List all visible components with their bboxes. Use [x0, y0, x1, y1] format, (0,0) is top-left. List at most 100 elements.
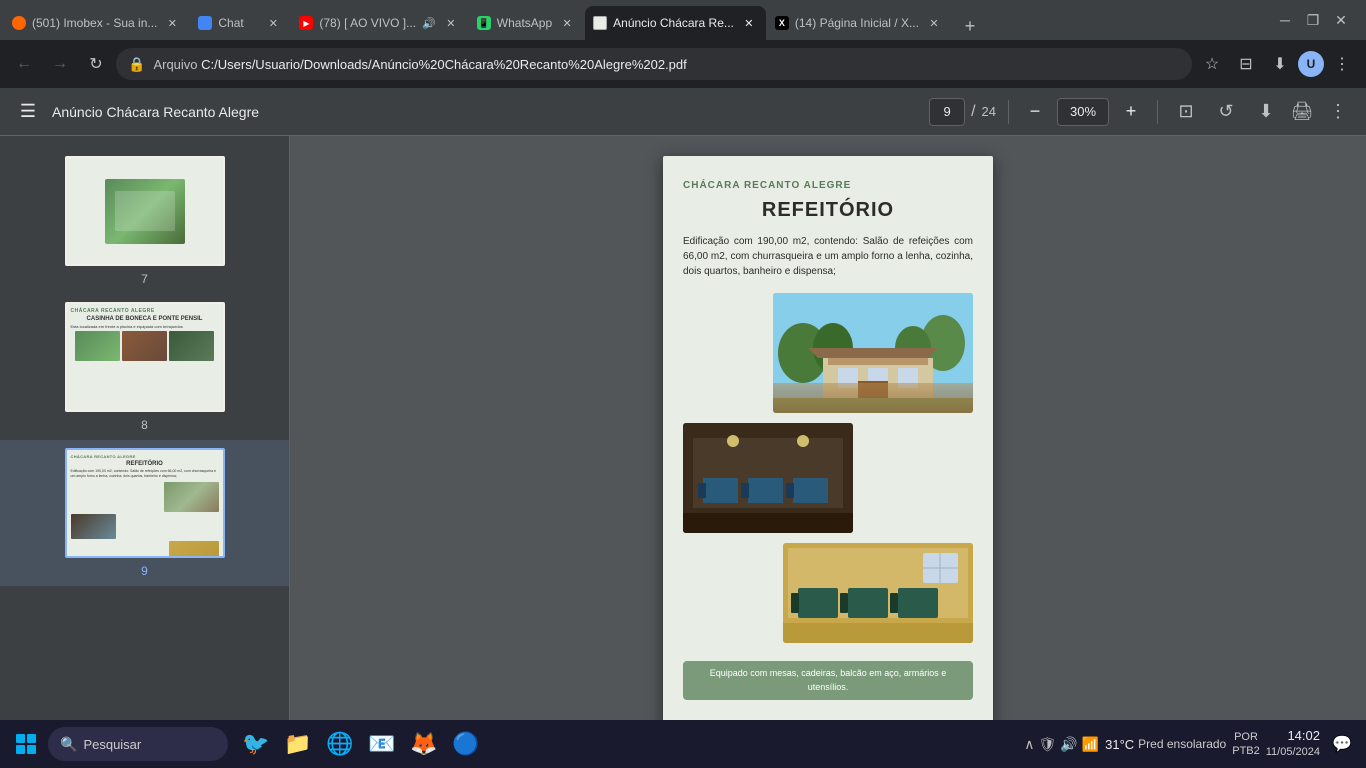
- thumb-img-7: [65, 156, 225, 266]
- tab-whatsapp[interactable]: 📱 WhatsApp ✕: [469, 6, 584, 40]
- tray-network-icon[interactable]: 📶: [1082, 736, 1099, 753]
- page-image-exterior: [773, 293, 973, 413]
- thumb9-img2: [71, 514, 116, 539]
- tray-antivirus-icon[interactable]: 🛡: [1038, 736, 1056, 753]
- thumb8-images: [71, 331, 219, 361]
- address-bar[interactable]: 🔒 Arquivo C:/Users/Usuario/Downloads/Anú…: [116, 48, 1192, 80]
- reload-button[interactable]: ↻: [80, 48, 112, 80]
- favicon-yt: ▶: [299, 16, 313, 30]
- thumbnail-panel[interactable]: 7 CHÁCARA RECANTO ALEGRE CASINHA DE BONE…: [0, 136, 290, 768]
- thumbnail-9[interactable]: CHÁCARA RECANTO ALEGRE REFEITÓRIO Edific…: [0, 440, 289, 586]
- system-clock[interactable]: 14:02 11/05/2024: [1266, 728, 1320, 759]
- taskbar-app-files[interactable]: 📁: [278, 724, 318, 764]
- tab-title-imobex: (501) Imobex - Sua in...: [32, 16, 157, 30]
- tab-close-yt[interactable]: ✕: [442, 14, 460, 32]
- taskbar-app-firefox[interactable]: 🦊: [404, 724, 444, 764]
- address-text: Arquivo C:/Users/Usuario/Downloads/Anúnc…: [153, 57, 1180, 72]
- start-button[interactable]: [8, 726, 44, 762]
- tray-arrow-icon[interactable]: ∧: [1024, 736, 1034, 753]
- tab-close-pdf[interactable]: ✕: [740, 14, 758, 32]
- tab-close-x[interactable]: ✕: [925, 14, 943, 32]
- win-quad-2: [27, 734, 36, 743]
- favicon-chat: [198, 16, 212, 30]
- tab-title-pdf: Anúncio Chácara Re...: [613, 16, 734, 30]
- taskbar-app-edge[interactable]: 🌐: [320, 724, 360, 764]
- favicon-x: X: [775, 16, 789, 30]
- back-button[interactable]: ←: [8, 48, 40, 80]
- rotate-button[interactable]: ↺: [1210, 96, 1242, 128]
- thumbnail-8[interactable]: CHÁCARA RECANTO ALEGRE CASINHA DE BONECA…: [0, 294, 289, 440]
- tab-youtube[interactable]: ▶ (78) [ AO VIVO ]... 🔊 ✕: [291, 6, 467, 40]
- tab-chat[interactable]: Chat ✕: [190, 6, 290, 40]
- taskbar-search[interactable]: 🔍 Pesquisar: [48, 727, 228, 761]
- forward-button[interactable]: →: [44, 48, 76, 80]
- thumbnail-7[interactable]: 7: [0, 148, 289, 294]
- taskbar-apps: 🐦 📁 🌐 📧 🦊 🔵: [236, 724, 486, 764]
- thumb8-img1: [75, 331, 120, 361]
- notification-icon: 💬: [1332, 734, 1352, 754]
- close-window-button[interactable]: ✕: [1328, 7, 1354, 33]
- win-quad-1: [16, 734, 25, 743]
- zoom-in-button[interactable]: +: [1117, 98, 1145, 126]
- pdf-menu-button[interactable]: ☰: [12, 96, 44, 128]
- addr-right-controls: ☆ ⊟ ⬇ U ⋮: [1196, 48, 1358, 80]
- tab-close-imobex[interactable]: ✕: [163, 14, 181, 32]
- toolbar-right-controls: ⬇ 🖨 ⋮: [1250, 96, 1354, 128]
- page-title: REFEITÓRIO: [683, 199, 973, 222]
- taskbar-app-mail[interactable]: 📧: [362, 724, 402, 764]
- tab-imobex[interactable]: (501) Imobex - Sua in... ✕: [4, 6, 189, 40]
- toolbar-divider-1: [1008, 100, 1009, 124]
- profile-menu-button[interactable]: ⊟: [1230, 48, 1262, 80]
- minimize-button[interactable]: ─: [1272, 7, 1298, 33]
- tray-volume-icon[interactable]: 🔊: [1060, 736, 1077, 753]
- thumb-page-7-content: [67, 158, 223, 264]
- addr-path: C:/Users/Usuario/Downloads/Anúncio%20Chá…: [201, 57, 687, 72]
- thumb-num-7: 7: [141, 272, 148, 286]
- page-separator: /: [971, 103, 975, 121]
- zoom-out-button[interactable]: −: [1021, 98, 1049, 126]
- tab-bar: (501) Imobex - Sua in... ✕ Chat ✕ ▶ (78)…: [0, 0, 1366, 40]
- favicon-imobex: [12, 16, 26, 30]
- toolbar-divider-2: [1157, 100, 1158, 124]
- taskbar-right: ∧ 🛡 🔊 📶 31°C Pred ensolarado POR PTB2 14…: [1024, 728, 1358, 760]
- window-controls: ─ ❐ ✕: [1264, 7, 1362, 33]
- more-options-button[interactable]: ⋮: [1322, 96, 1354, 128]
- sys-tray: ∧ 🛡 🔊 📶: [1024, 736, 1099, 753]
- chrome-icon: 🔵: [452, 731, 479, 757]
- thumb8-img3: [169, 331, 214, 361]
- tab-close-chat[interactable]: ✕: [264, 14, 282, 32]
- profile-avatar[interactable]: U: [1298, 51, 1324, 77]
- exterior-svg: [773, 293, 973, 413]
- clock-date: 11/05/2024: [1266, 745, 1320, 759]
- taskbar: 🔍 Pesquisar 🐦 📁 🌐 📧 🦊 🔵 ∧ 🛡 🔊 📶: [0, 720, 1366, 768]
- thumb-page-9-content: CHÁCARA RECANTO ALEGRE REFEITÓRIO Edific…: [67, 450, 223, 556]
- restore-button[interactable]: ❐: [1300, 7, 1326, 33]
- tab-x[interactable]: X (14) Página Inicial / X... ✕: [767, 6, 951, 40]
- settings-button[interactable]: ⋮: [1326, 48, 1358, 80]
- download-pdf-button[interactable]: ⬇: [1250, 96, 1282, 128]
- tab-title-x: (14) Página Inicial / X...: [795, 16, 919, 30]
- favicon-pdf: [593, 16, 607, 30]
- download-button[interactable]: ⬇: [1264, 48, 1296, 80]
- weather-area: 31°C Pred ensolarado: [1105, 737, 1226, 752]
- notification-button[interactable]: 💬: [1326, 728, 1358, 760]
- pdf-toolbar: ☰ Anúncio Chácara Recanto Alegre / 24 − …: [0, 88, 1366, 136]
- taskbar-app-chrome[interactable]: 🔵: [446, 724, 486, 764]
- thumb9-brand: CHÁCARA RECANTO ALEGRE: [71, 454, 219, 459]
- total-pages: 24: [982, 104, 996, 119]
- pdf-main-view[interactable]: CHÁCARA RECANTO ALEGRE REFEITÓRIO Edific…: [290, 136, 1366, 768]
- tab-pdf[interactable]: Anúncio Chácara Re... ✕: [585, 6, 766, 40]
- keyboard-layout: PTB2: [1232, 744, 1260, 758]
- print-pdf-button[interactable]: 🖨: [1286, 96, 1318, 128]
- win-quad-4: [27, 745, 36, 754]
- thumb-img-8: CHÁCARA RECANTO ALEGRE CASINHA DE BONECA…: [65, 302, 225, 412]
- bookmark-button[interactable]: ☆: [1196, 48, 1228, 80]
- edge-icon: 🌐: [326, 731, 353, 757]
- new-tab-button[interactable]: +: [956, 12, 984, 40]
- fit-page-button[interactable]: ⊡: [1170, 96, 1202, 128]
- page-number-input[interactable]: [929, 98, 965, 126]
- audio-icon: 🔊: [422, 17, 436, 30]
- zoom-level: 30%: [1057, 98, 1109, 126]
- tab-close-whatsapp[interactable]: ✕: [558, 14, 576, 32]
- taskbar-app-bird[interactable]: 🐦: [236, 724, 276, 764]
